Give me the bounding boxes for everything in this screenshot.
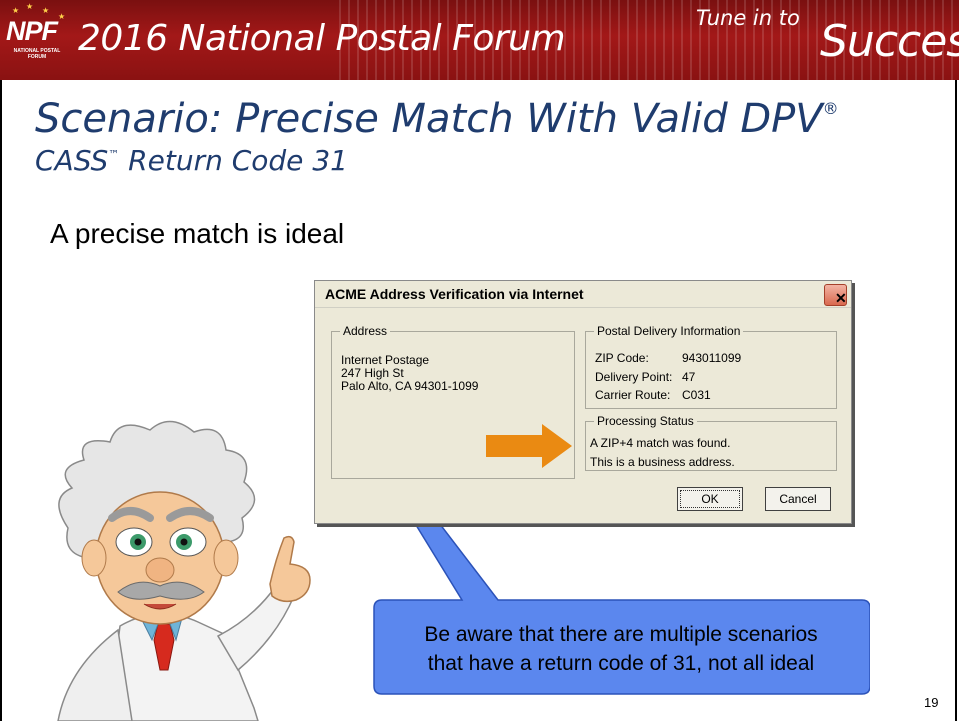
dialog-titlebar[interactable]: ACME Address Verification via Internet ✕ (315, 281, 851, 308)
subtitle-rest: Return Code 31 (119, 144, 348, 177)
star-icon: ★ (26, 2, 34, 11)
logo-text: NPF (6, 16, 58, 46)
title-text: Scenario: Precise Match With Valid DPV (35, 96, 823, 142)
subtitle-text: CASS (35, 144, 109, 177)
status-line2: This is a business address. (590, 455, 735, 469)
close-button[interactable]: ✕ (824, 284, 847, 306)
close-icon: ✕ (835, 290, 847, 306)
status-line1: A ZIP+4 match was found. (590, 436, 731, 450)
dialog-title: ACME Address Verification via Internet (325, 286, 584, 302)
bullet-text: A precise match is ideal (50, 218, 345, 249)
delivery-group: Postal Delivery Information ZIP Code: 94… (585, 324, 837, 409)
status-group: Processing Status A ZIP+4 match was foun… (585, 414, 837, 471)
slide-title: Scenario: Precise Match With Valid DPV® (35, 96, 839, 142)
delivery-point-value: 47 (682, 370, 696, 384)
page-number: 19 (924, 695, 939, 710)
ok-label: OK (701, 492, 719, 506)
ok-button[interactable]: OK (677, 487, 743, 511)
zip-label: ZIP Code: (595, 351, 649, 365)
star-icon: ★ (42, 6, 50, 15)
arrow-right-icon (486, 424, 572, 468)
callout-line2: that have a return code of 31, not all i… (427, 652, 815, 675)
delivery-legend: Postal Delivery Information (594, 324, 744, 338)
header-banner: ★ ★ ★ ★ NPF NATIONAL POSTAL FORUM 2016 N… (0, 0, 959, 80)
verification-dialog: ACME Address Verification via Internet ✕… (314, 280, 852, 524)
address-line3: Palo Alto, CA 94301-1099 (341, 379, 479, 393)
star-icon: ★ (58, 12, 66, 21)
star-icon: ★ (12, 6, 20, 15)
cancel-label: Cancel (779, 492, 817, 506)
callout-line1: Be aware that there are multiple scenari… (424, 623, 818, 646)
slide-subtitle: CASS™ Return Code 31 (35, 144, 348, 177)
tagline-large: Success (820, 16, 959, 67)
carrier-route-label: Carrier Route: (595, 388, 671, 402)
tagline-small: Tune in to (696, 6, 800, 30)
zip-value: 943011099 (682, 351, 742, 365)
event-title: 2016 National Postal Forum (78, 18, 566, 59)
npf-logo: ★ ★ ★ ★ NPF NATIONAL POSTAL FORUM (6, 2, 68, 74)
registered-mark: ® (822, 99, 839, 118)
delivery-point-label: Delivery Point: (595, 370, 673, 384)
carrier-route-value: C031 (682, 388, 711, 402)
callout-text: Be aware that there are multiple scenari… (374, 620, 868, 678)
trademark-mark: ™ (108, 148, 120, 161)
address-legend: Address (340, 324, 391, 338)
scientist-mascot (57, 420, 311, 721)
logo-subtext: NATIONAL POSTAL FORUM (13, 48, 61, 60)
cancel-button[interactable]: Cancel (765, 487, 831, 511)
status-legend: Processing Status (594, 414, 697, 428)
slide: ★ ★ ★ ★ NPF NATIONAL POSTAL FORUM 2016 N… (0, 0, 959, 721)
